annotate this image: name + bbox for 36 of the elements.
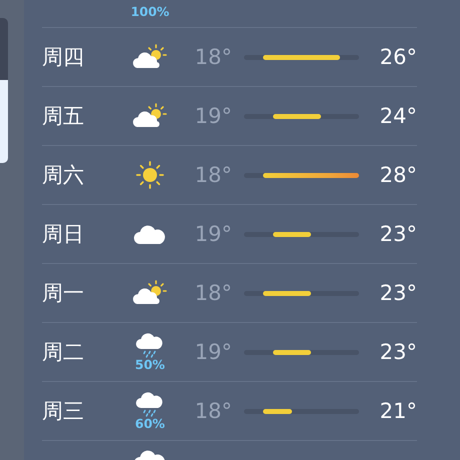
day-label: 周日: [42, 221, 85, 248]
day-label: 周五: [42, 103, 85, 130]
high-temperature: 24°: [378, 104, 417, 128]
sun-behind-cloud-icon: [132, 103, 168, 129]
rain-cloud-icon: [136, 332, 164, 358]
low-temperature: 19°: [194, 104, 232, 128]
high-temperature: 21°: [378, 399, 417, 423]
low-temperature: 18°: [194, 399, 232, 423]
day-label: 周六: [42, 162, 85, 189]
high-temperature: 23°: [378, 340, 417, 364]
high-temperature: 23°: [378, 222, 417, 246]
day-label: 周二: [42, 339, 85, 366]
high-temperature: 26°: [378, 45, 417, 69]
high-temperature: 28°: [378, 163, 417, 187]
high-temperature: 23°: [378, 281, 417, 305]
low-temperature: 19°: [194, 340, 232, 364]
day-label: 周一: [42, 280, 85, 307]
precipitation-chance: 50%: [135, 359, 165, 372]
temperature-range-bar: [272, 114, 321, 118]
cloud-icon: [134, 224, 166, 244]
sun-behind-cloud-icon: [132, 280, 168, 306]
precipitation-chance: 60%: [135, 418, 165, 431]
temperature-range-bar: [263, 408, 292, 414]
sun-icon: [136, 161, 164, 189]
rain-cloud-icon: [136, 391, 164, 418]
low-temperature: 18°: [194, 45, 232, 69]
temperature-range-bar: [272, 350, 312, 354]
day-label: 周四: [42, 44, 85, 71]
sun-behind-cloud-icon: [132, 44, 168, 70]
temperature-range-bar: [263, 290, 312, 296]
temperature-range-bar: [272, 232, 312, 236]
low-temperature: 18°: [194, 281, 232, 305]
day-label: 周三: [42, 398, 85, 425]
precipitation-chance: 100%: [130, 6, 170, 18]
low-temperature: 19°: [194, 222, 232, 246]
low-temperature: 18°: [194, 163, 232, 187]
